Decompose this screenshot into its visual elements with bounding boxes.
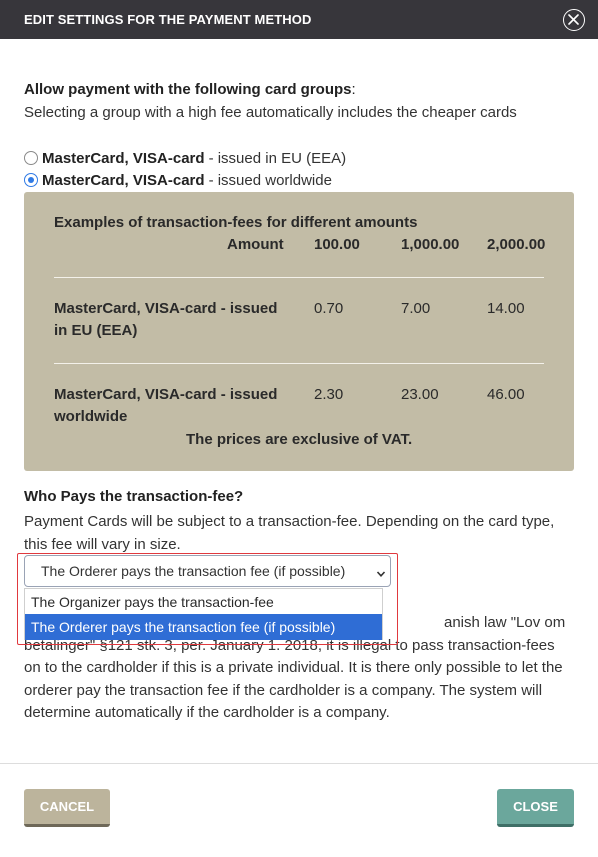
amount-col-3: 2,000.00 (487, 236, 546, 253)
row-worldwide-fee-1: 2.30 (314, 386, 344, 403)
vat-note: The prices are exclusive of VAT. (186, 431, 413, 448)
row-worldwide-label: MasterCard, VISA-card - issued (54, 386, 278, 403)
dialog-header: EDIT SETTINGS FOR THE PAYMENT METHOD (0, 0, 598, 39)
row-worldwide-fee-2: 23.00 (401, 386, 439, 403)
card-groups-hint: Selecting a group with a high fee automa… (24, 104, 517, 121)
row-eu-fee-1: 0.70 (314, 300, 344, 317)
radio-label-name: MasterCard, VISA-card (42, 171, 205, 189)
row-eu-label-cont: in EU (EEA) (54, 322, 138, 339)
legal-notice-body: betalinger" §121 stk. 3, per. January 1.… (24, 636, 563, 722)
option-orderer-pays[interactable]: The Orderer pays the transaction fee (if… (25, 614, 382, 640)
radio-button[interactable] (24, 151, 38, 165)
radio-eu-cards[interactable]: MasterCard, VISA-card - issued in EU (EE… (24, 149, 346, 167)
row-eu-label: MasterCard, VISA-card - issued (54, 300, 278, 317)
table-divider (54, 363, 544, 364)
row-worldwide-fee-3: 46.00 (487, 386, 525, 403)
row-eu-fee-3: 14.00 (487, 300, 525, 317)
row-worldwide-label-cont: worldwide (54, 408, 128, 425)
radio-label-suffix: - issued in EU (EEA) (208, 149, 347, 167)
row-eu-fee-2: 7.00 (401, 300, 431, 317)
select-value: The Orderer pays the transaction fee (if… (41, 563, 346, 579)
fee-payer-select[interactable]: The Orderer pays the transaction fee (if… (24, 555, 391, 587)
radio-button-checked[interactable] (24, 173, 38, 187)
who-pays-description: Payment Cards will be subject to a trans… (24, 513, 555, 553)
fee-payer-options: The Organizer pays the transaction-fee T… (24, 588, 383, 640)
close-button[interactable]: CLOSE (497, 789, 574, 827)
fee-examples-panel: Examples of transaction-fees for differe… (24, 192, 574, 471)
table-divider (54, 277, 544, 278)
cancel-button[interactable]: CANCEL (24, 789, 110, 827)
radio-worldwide-cards[interactable]: MasterCard, VISA-card - issued worldwide (24, 171, 332, 189)
footer-divider (0, 763, 598, 764)
option-organizer-pays[interactable]: The Organizer pays the transaction-fee (25, 589, 382, 615)
amount-header: Amount (227, 236, 284, 253)
chevron-down-icon (376, 566, 386, 582)
radio-label-suffix: - issued worldwide (208, 171, 332, 189)
fee-table-title: Examples of transaction-fees for differe… (54, 214, 418, 231)
amount-col-1: 100.00 (314, 236, 360, 253)
card-groups-heading: Allow payment with the following card gr… (24, 81, 356, 98)
amount-col-2: 1,000.00 (401, 236, 460, 253)
who-pays-heading: Who Pays the transaction-fee? (24, 488, 244, 505)
radio-label-name: MasterCard, VISA-card (42, 149, 205, 167)
dialog-title: EDIT SETTINGS FOR THE PAYMENT METHOD (24, 12, 312, 27)
close-icon[interactable] (563, 9, 585, 31)
